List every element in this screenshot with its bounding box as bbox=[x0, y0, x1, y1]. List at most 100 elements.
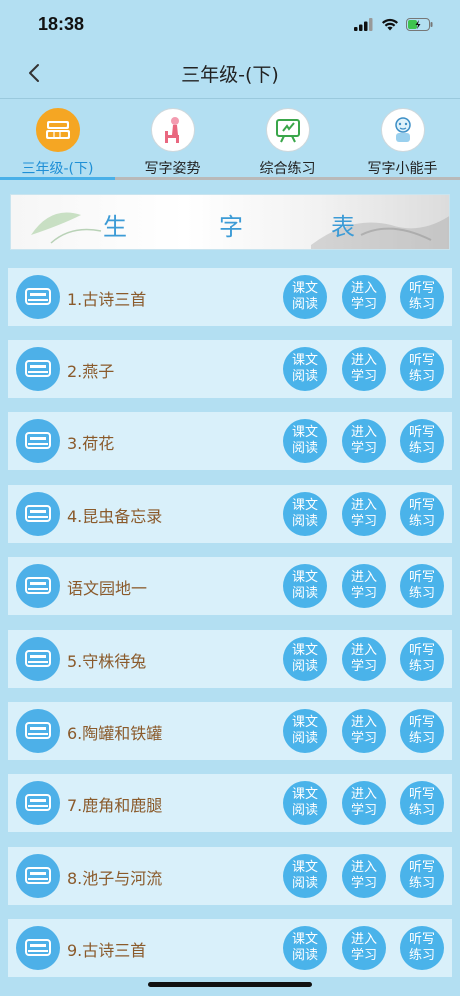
button-line: 阅读 bbox=[291, 731, 318, 746]
lesson-title: 9.古诗三首 bbox=[67, 941, 147, 960]
enter-study-button[interactable]: 进入 学习 bbox=[342, 492, 386, 536]
button-line: 进入 bbox=[350, 715, 377, 730]
lesson-title: 3.荷花 bbox=[67, 434, 115, 453]
button-line: 练习 bbox=[408, 659, 435, 674]
enter-study-button[interactable]: 进入 学习 bbox=[342, 419, 386, 463]
enter-study-button[interactable]: 进入 学习 bbox=[342, 781, 386, 825]
button-line: 阅读 bbox=[291, 369, 318, 384]
home-indicator[interactable] bbox=[148, 982, 312, 987]
button-line: 学习 bbox=[350, 731, 377, 746]
read-text-button[interactable]: 课文 阅读 bbox=[283, 492, 327, 536]
button-line: 课文 bbox=[291, 498, 318, 513]
dictation-practice-button[interactable]: 听写 练习 bbox=[400, 419, 444, 463]
button-line: 学习 bbox=[350, 514, 377, 529]
tab-writing-master[interactable]: 写字小能手 bbox=[345, 104, 460, 180]
button-line: 课文 bbox=[291, 425, 318, 440]
button-line: 听写 bbox=[408, 570, 435, 585]
enter-study-button[interactable]: 进入 学习 bbox=[342, 637, 386, 681]
read-text-button[interactable]: 课文 阅读 bbox=[283, 709, 327, 753]
book-icon bbox=[16, 492, 60, 536]
book-icon bbox=[16, 419, 60, 463]
tab-underline bbox=[345, 177, 460, 180]
dictation-practice-button[interactable]: 听写 练习 bbox=[400, 492, 444, 536]
button-line: 课文 bbox=[291, 570, 318, 585]
tab-writing-posture[interactable]: 写字姿势 bbox=[115, 104, 230, 180]
lesson-row[interactable]: 5.守株待兔 课文 阅读 进入 学习 听写 练习 bbox=[8, 630, 452, 688]
read-text-button[interactable]: 课文 阅读 bbox=[283, 564, 327, 608]
lesson-row[interactable]: 3.荷花 课文 阅读 进入 学习 听写 练习 bbox=[8, 412, 452, 470]
button-line: 进入 bbox=[350, 787, 377, 802]
enter-study-button[interactable]: 进入 学习 bbox=[342, 854, 386, 898]
enter-study-button[interactable]: 进入 学习 bbox=[342, 564, 386, 608]
read-text-button[interactable]: 课文 阅读 bbox=[283, 854, 327, 898]
nav-divider bbox=[0, 98, 460, 99]
tab-label: 三年级-(下) bbox=[21, 161, 94, 177]
back-button[interactable] bbox=[18, 56, 50, 90]
lesson-row[interactable]: 8.池子与河流 课文 阅读 进入 学习 听写 练习 bbox=[8, 847, 452, 905]
dictation-practice-button[interactable]: 听写 练习 bbox=[400, 637, 444, 681]
dictation-practice-button[interactable]: 听写 练习 bbox=[400, 709, 444, 753]
lesson-row[interactable]: 语文园地一 课文 阅读 进入 学习 听写 练习 bbox=[8, 557, 452, 615]
dictation-practice-button[interactable]: 听写 练习 bbox=[400, 926, 444, 970]
lesson-row[interactable]: 9.古诗三首 课文 阅读 进入 学习 听写 练习 bbox=[8, 919, 452, 977]
button-line: 听写 bbox=[408, 281, 435, 296]
banner-character: 生 bbox=[103, 213, 127, 241]
dictation-practice-button[interactable]: 听写 练习 bbox=[400, 781, 444, 825]
button-line: 练习 bbox=[408, 803, 435, 818]
lesson-row[interactable]: 2.燕子 课文 阅读 进入 学习 听写 练习 bbox=[8, 340, 452, 398]
button-line: 练习 bbox=[408, 369, 435, 384]
status-bar: 18:38 bbox=[0, 0, 460, 48]
lesson-row[interactable]: 1.古诗三首 课文 阅读 进入 学习 听写 练习 bbox=[8, 268, 452, 326]
read-text-button[interactable]: 课文 阅读 bbox=[283, 347, 327, 391]
read-text-button[interactable]: 课文 阅读 bbox=[283, 781, 327, 825]
dictation-practice-button[interactable]: 听写 练习 bbox=[400, 564, 444, 608]
tab-exercises[interactable]: 综合练习 bbox=[230, 104, 345, 180]
button-line: 课文 bbox=[291, 932, 318, 947]
button-line: 阅读 bbox=[291, 803, 318, 818]
enter-study-button[interactable]: 进入 学习 bbox=[342, 347, 386, 391]
character-table-banner[interactable]: 生 字 表 bbox=[10, 194, 450, 250]
book-icon bbox=[16, 564, 60, 608]
dictation-practice-button[interactable]: 听写 练习 bbox=[400, 275, 444, 319]
book-icon bbox=[16, 926, 60, 970]
button-line: 阅读 bbox=[291, 876, 318, 891]
read-text-button[interactable]: 课文 阅读 bbox=[283, 419, 327, 463]
read-text-button[interactable]: 课文 阅读 bbox=[283, 275, 327, 319]
battery-charging-icon bbox=[406, 17, 433, 31]
button-line: 听写 bbox=[408, 860, 435, 875]
lesson-row[interactable]: 7.鹿角和鹿腿 课文 阅读 进入 学习 听写 练习 bbox=[8, 774, 452, 832]
button-line: 阅读 bbox=[291, 948, 318, 963]
enter-study-button[interactable]: 进入 学习 bbox=[342, 926, 386, 970]
button-line: 练习 bbox=[408, 586, 435, 601]
enter-study-button[interactable]: 进入 学习 bbox=[342, 275, 386, 319]
status-icons bbox=[354, 17, 434, 31]
button-line: 学习 bbox=[350, 586, 377, 601]
button-line: 课文 bbox=[291, 860, 318, 875]
button-line: 阅读 bbox=[291, 297, 318, 312]
button-line: 练习 bbox=[408, 731, 435, 746]
button-line: 进入 bbox=[350, 498, 377, 513]
signal-icon bbox=[354, 17, 373, 31]
button-line: 进入 bbox=[350, 425, 377, 440]
lesson-row[interactable]: 6.陶罐和铁罐 课文 阅读 进入 学习 听写 练习 bbox=[8, 702, 452, 760]
lesson-row[interactable]: 4.昆虫备忘录 课文 阅读 进入 学习 听写 练习 bbox=[8, 485, 452, 543]
dictation-practice-button[interactable]: 听写 练习 bbox=[400, 854, 444, 898]
dictation-practice-button[interactable]: 听写 练习 bbox=[400, 347, 444, 391]
button-line: 听写 bbox=[408, 932, 435, 947]
lesson-title: 8.池子与河流 bbox=[67, 869, 163, 888]
book-stack-icon bbox=[35, 108, 80, 152]
read-text-button[interactable]: 课文 阅读 bbox=[283, 926, 327, 970]
button-line: 学习 bbox=[350, 876, 377, 891]
button-line: 阅读 bbox=[291, 514, 318, 529]
writing-posture-icon bbox=[150, 108, 195, 152]
tab-label: 写字姿势 bbox=[144, 161, 201, 177]
enter-study-button[interactable]: 进入 学习 bbox=[342, 709, 386, 753]
button-line: 课文 bbox=[291, 715, 318, 730]
button-line: 课文 bbox=[291, 281, 318, 296]
book-icon bbox=[16, 781, 60, 825]
exercise-board-icon bbox=[265, 108, 310, 152]
wifi-icon bbox=[382, 18, 398, 30]
read-text-button[interactable]: 课文 阅读 bbox=[283, 637, 327, 681]
tab-grade-three[interactable]: 三年级-(下) bbox=[0, 104, 115, 180]
banner-character: 表 bbox=[331, 213, 355, 241]
